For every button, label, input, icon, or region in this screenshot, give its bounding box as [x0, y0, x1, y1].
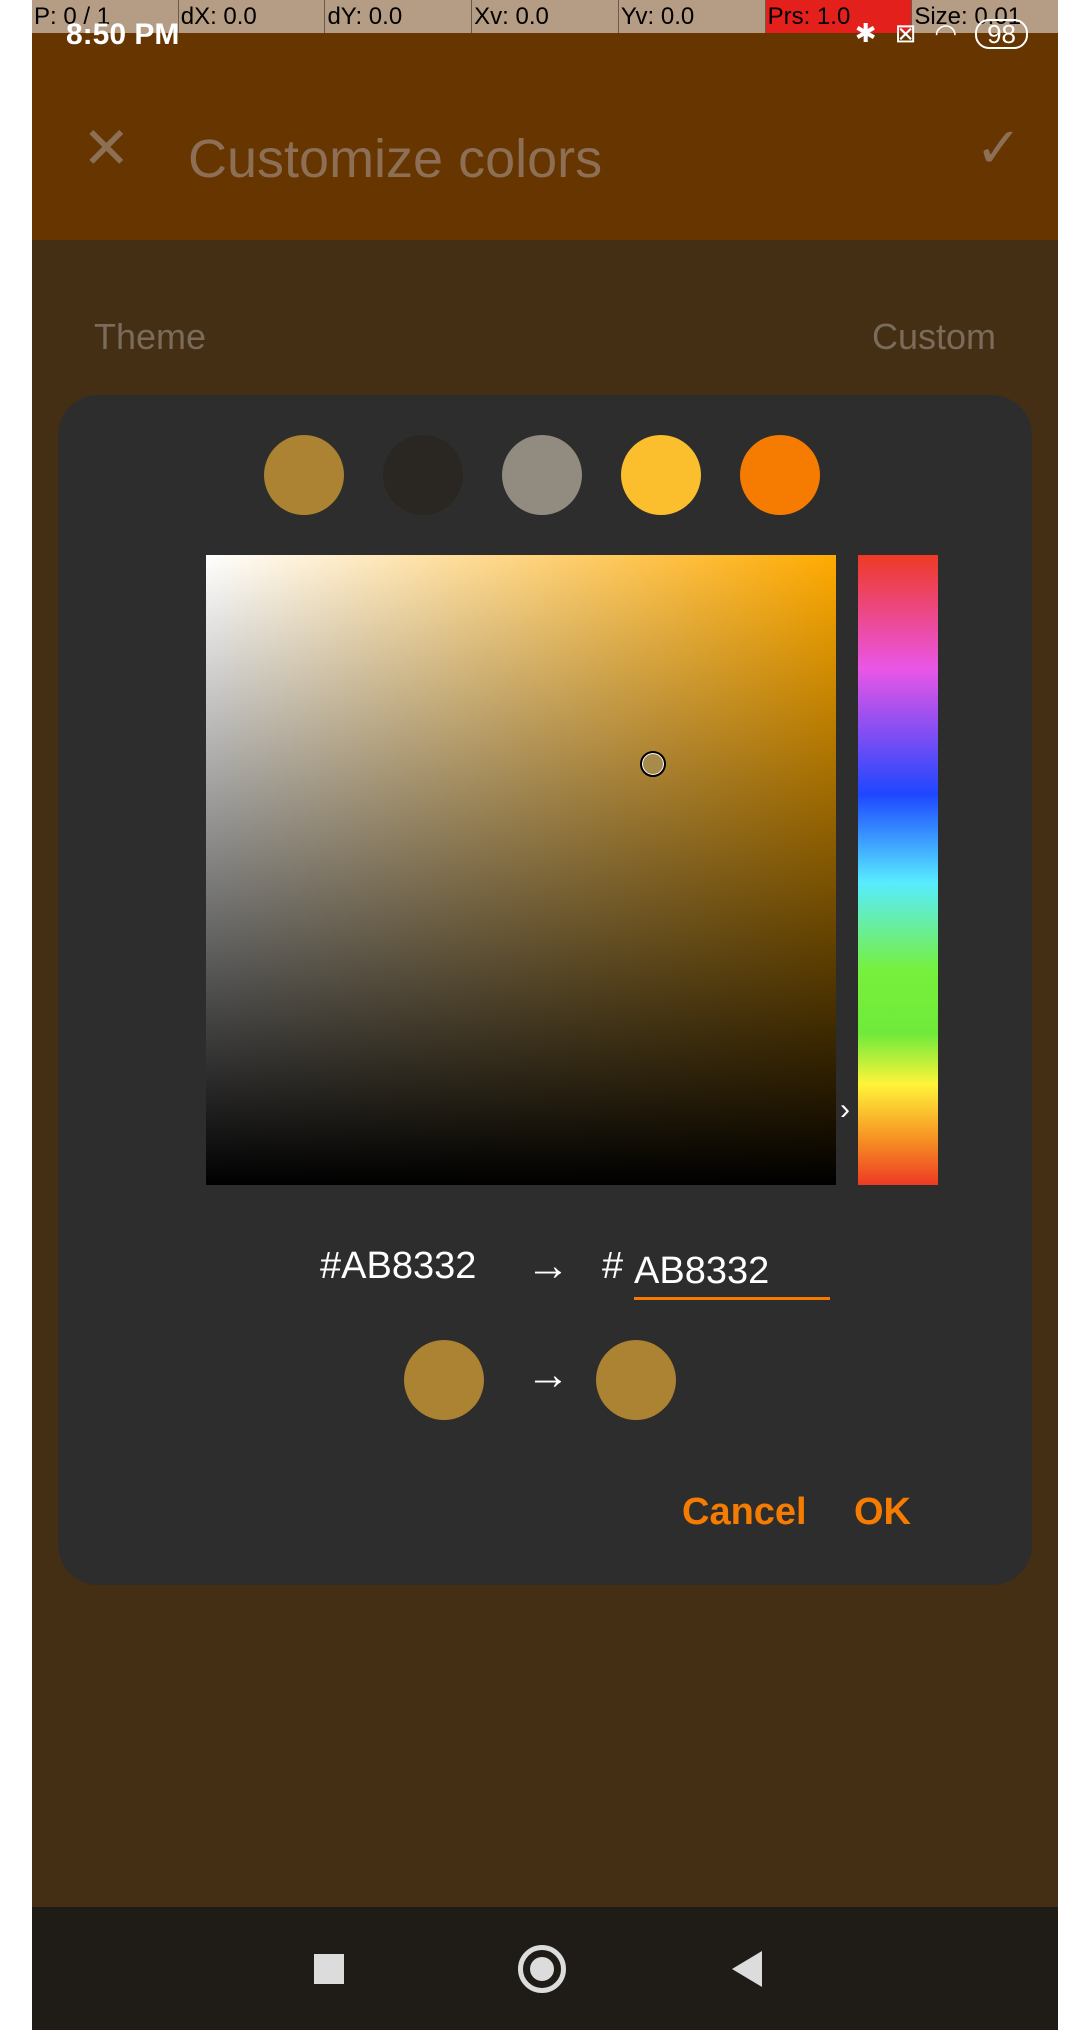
navigation-bar — [32, 1907, 1058, 2030]
theme-value: Custom — [871, 316, 996, 357]
theme-label: Theme — [94, 316, 207, 357]
back-icon[interactable] — [732, 1951, 762, 1987]
debug-dy: dY: 0.0 — [324, 0, 471, 33]
swatch-3[interactable] — [502, 435, 582, 515]
ok-button[interactable]: OK — [854, 1491, 911, 1534]
hue-slider[interactable] — [858, 555, 938, 1185]
swatch-1[interactable] — [264, 435, 344, 515]
app-bar: 8:50 PM ✱ ⊠ ◠ 98 ✕ Customize colors ✓ — [32, 0, 1058, 240]
swatch-5[interactable] — [740, 435, 820, 515]
status-time: 8:50 PM — [66, 18, 180, 51]
old-color-preview — [404, 1340, 484, 1420]
swatch-4[interactable] — [621, 435, 701, 515]
saturation-value-picker[interactable] — [206, 555, 836, 1185]
debug-yv: Yv: 0.0 — [617, 0, 765, 33]
page-title: Customize colors — [188, 129, 603, 189]
debug-dx: dX: 0.0 — [177, 0, 325, 33]
hue-marker-chevron-icon[interactable]: › — [840, 1095, 850, 1125]
debug-xv: Xv: 0.0 — [471, 0, 618, 33]
arrow-right-icon: → — [526, 1350, 570, 1399]
screen: 8:50 PM ✱ ⊠ ◠ 98 ✕ Customize colors ✓ Th… — [32, 0, 1058, 2030]
confirm-check-icon[interactable]: ✓ — [975, 120, 1022, 176]
wifi-icon: ◠ — [934, 18, 958, 48]
old-hex-value: #AB8332 — [320, 1245, 477, 1287]
hex-input[interactable] — [634, 1245, 830, 1300]
recents-icon[interactable] — [314, 1954, 344, 1984]
home-icon[interactable] — [518, 1945, 566, 1993]
swatch-2[interactable] — [383, 435, 463, 515]
hex-hash: # — [602, 1245, 624, 1287]
bluetooth-icon: ✱ — [854, 18, 877, 48]
new-color-preview — [596, 1340, 676, 1420]
cancel-button[interactable]: Cancel — [682, 1491, 807, 1534]
close-icon[interactable]: ✕ — [82, 120, 131, 178]
color-picker-dialog: › #AB8332 → # → Cancel OK — [58, 395, 1032, 1585]
sv-cursor-handle[interactable] — [640, 751, 666, 777]
status-icons: ✱ ⊠ ◠ 98 — [855, 18, 1028, 49]
arrow-right-icon: → — [526, 1241, 570, 1290]
hex-row: #AB8332 → # — [58, 1241, 1032, 1305]
battery-icon: 98 — [975, 18, 1028, 49]
screen-cast-icon: ⊠ — [894, 18, 917, 48]
